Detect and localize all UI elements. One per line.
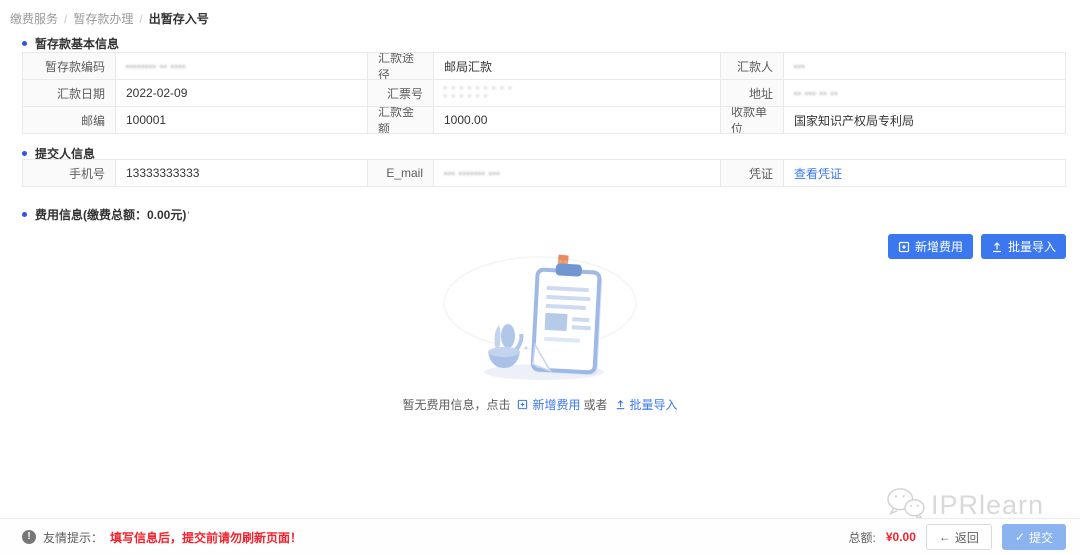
- breadcrumb-item-deposit-handling[interactable]: 暂存款办理: [73, 10, 133, 27]
- footer-actions: 总额: ¥0.00 ← 返回 ✓ 提交: [849, 524, 1066, 550]
- tip-label: 友情提示：: [43, 529, 103, 546]
- section-title-basic-info-label: 暂存款基本信息: [35, 35, 119, 52]
- empty-clipboard-illustration: [440, 251, 640, 390]
- empty-state: 暂无费用信息，点击 新增费用 或者 批量导入: [0, 251, 1080, 413]
- empty-text-prefix: 暂无费用信息，点击: [402, 396, 510, 413]
- breadcrumb-item-fee-service[interactable]: 缴费服务: [10, 10, 58, 27]
- submit-button[interactable]: ✓ 提交: [1002, 524, 1066, 550]
- field-label-email: E_mail: [368, 160, 434, 186]
- table-row: 暂存款编码 ▪▪▪▪▪▪▪▪ ▪▪ ▪▪▪▪ 汇款途径 邮局汇款 汇款人 ▪▪▪: [23, 53, 1065, 80]
- field-label-remitter: 汇款人: [721, 53, 784, 79]
- field-label-remit-amount: 汇款金额: [368, 107, 434, 133]
- total-amount: ¥0.00: [886, 530, 916, 544]
- field-value-payee-unit: 国家知识产权局专利局: [784, 107, 1065, 133]
- redacted-value: ▪ ▪ ▪ ▪ ▪ ▪ ▪ ▪ ▪ ▪ ▪ ▪ ▪ ▪ ▪: [444, 85, 513, 101]
- field-value-draft-number: ▪ ▪ ▪ ▪ ▪ ▪ ▪ ▪ ▪ ▪ ▪ ▪ ▪ ▪ ▪: [434, 80, 721, 106]
- breadcrumb-separator: /: [139, 12, 142, 26]
- field-value-email: ▪▪▪ ▪▪▪▪▪▪▪ ▪▪▪: [434, 160, 721, 186]
- field-value-phone: 13333333333: [116, 160, 368, 186]
- field-label-postcode: 邮编: [23, 107, 116, 133]
- redacted-value: ▪▪▪: [794, 62, 806, 71]
- submitter-info-table: 手机号 13333333333 E_mail ▪▪▪ ▪▪▪▪▪▪▪ ▪▪▪ 凭…: [22, 159, 1066, 187]
- field-label-deposit-code: 暂存款编码: [23, 53, 116, 79]
- view-voucher-link[interactable]: 查看凭证: [794, 165, 842, 182]
- redacted-value: ▪▪▪▪▪▪▪▪ ▪▪ ▪▪▪▪: [126, 62, 186, 71]
- bullet-icon: [22, 41, 27, 46]
- redacted-value: ▪▪▪ ▪▪▪▪▪▪▪ ▪▪▪: [444, 169, 500, 178]
- field-value-remitter: ▪▪▪: [784, 53, 1065, 79]
- section-title-fee-info-label: 费用信息(缴费总额：0.00元): [35, 206, 186, 223]
- breadcrumb: 缴费服务 / 暂存款办理 / 出暂存入号: [10, 10, 209, 27]
- redacted-value: ▪▪ ▪▪▪ ▪▪ ▪▪: [794, 89, 838, 98]
- empty-state-text: 暂无费用信息，点击 新增费用 或者 批量导入: [402, 396, 677, 413]
- bullet-icon: [22, 212, 27, 217]
- field-label-draft-number: 汇票号: [368, 80, 434, 106]
- field-value-address: ▪▪ ▪▪▪ ▪▪ ▪▪: [784, 80, 1065, 106]
- footer-bar: ! 友情提示： 填写信息后，提交前请勿刷新页面！ 总额: ¥0.00 ← 返回 …: [0, 518, 1080, 555]
- tip-text: 填写信息后，提交前请勿刷新页面！: [110, 529, 302, 546]
- info-icon: !: [22, 530, 36, 544]
- field-label-remit-route: 汇款途径: [368, 53, 434, 79]
- field-label-phone: 手机号: [23, 160, 116, 186]
- field-value-postcode: 100001: [116, 107, 368, 133]
- field-label-payee-unit: 收款单位: [721, 107, 784, 133]
- friendly-tip: ! 友情提示： 填写信息后，提交前请勿刷新页面！: [22, 529, 302, 546]
- back-arrow-icon: ←: [939, 530, 951, 544]
- add-fee-icon: [517, 399, 528, 410]
- submit-button-label: 提交: [1029, 529, 1053, 546]
- back-button-label: 返回: [955, 529, 979, 546]
- watermark-text: IPRlearn: [931, 490, 1044, 521]
- total-label: 总额:: [849, 529, 876, 546]
- table-row: 手机号 13333333333 E_mail ▪▪▪ ▪▪▪▪▪▪▪ ▪▪▪ 凭…: [23, 160, 1065, 187]
- field-value-remit-amount: 1000.00: [434, 107, 721, 133]
- field-value-deposit-code: ▪▪▪▪▪▪▪▪ ▪▪ ▪▪▪▪: [116, 53, 368, 79]
- field-value-remit-route: 邮局汇款: [434, 53, 721, 79]
- footnote-mark: ': [187, 210, 189, 220]
- breadcrumb-separator: /: [64, 12, 67, 26]
- section-title-basic-info: 暂存款基本信息: [22, 35, 119, 52]
- bullet-icon: [22, 151, 27, 156]
- field-label-remit-date: 汇款日期: [23, 80, 116, 106]
- table-row: 邮编 100001 汇款金额 1000.00 收款单位 国家知识产权局专利局: [23, 107, 1065, 134]
- section-title-fee-info: 费用信息(缴费总额：0.00元) ': [22, 206, 190, 223]
- field-value-remit-date: 2022-02-09: [116, 80, 368, 106]
- check-icon: ✓: [1015, 530, 1025, 544]
- table-row: 汇款日期 2022-02-09 汇票号 ▪ ▪ ▪ ▪ ▪ ▪ ▪ ▪ ▪ ▪ …: [23, 80, 1065, 107]
- breadcrumb-current-page: 出暂存入号: [149, 10, 209, 27]
- upload-icon: [615, 399, 626, 410]
- basic-info-table: 暂存款编码 ▪▪▪▪▪▪▪▪ ▪▪ ▪▪▪▪ 汇款途径 邮局汇款 汇款人 ▪▪▪…: [22, 52, 1066, 134]
- add-fee-link[interactable]: 新增费用: [532, 396, 580, 413]
- empty-text-middle: 或者: [584, 396, 608, 413]
- page: 缴费服务 / 暂存款办理 / 出暂存入号 暂存款基本信息 暂存款编码 ▪▪▪▪▪…: [0, 0, 1080, 555]
- batch-import-link[interactable]: 批量导入: [630, 396, 678, 413]
- field-label-voucher: 凭证: [721, 160, 784, 186]
- field-label-address: 地址: [721, 80, 784, 106]
- back-button[interactable]: ← 返回: [926, 524, 992, 550]
